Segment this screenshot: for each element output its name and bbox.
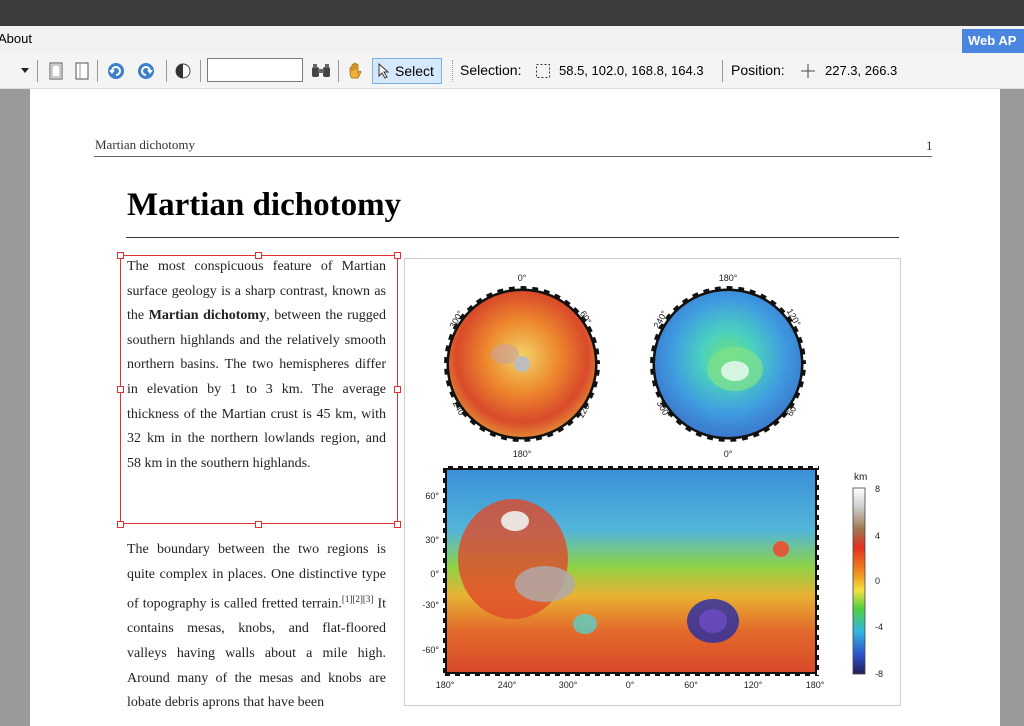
viewer-background [1000,89,1024,726]
toolbar-separator [166,60,167,82]
latitude-label: -30° [422,600,439,610]
selection-handle[interactable] [117,521,124,528]
north-pole-label: 180° [513,449,532,459]
web-api-button[interactable]: Web AP [962,29,1024,53]
north-pole-label: 0° [518,273,527,283]
selection-label: Selection: [460,62,522,78]
latitude-labels: 60° 30° 0° -30° -60° [422,491,439,655]
rotate-right-icon[interactable] [136,61,156,81]
text-selection-box[interactable] [120,255,398,524]
longitude-label: 240° [498,680,517,690]
menubar: About [0,26,1024,54]
contrast-icon[interactable] [173,61,193,81]
longitude-labels: 180° 240° 300° 0° 60° 120° 180° [436,680,825,690]
title-rule [126,237,899,238]
selection-handle[interactable] [394,521,401,528]
elysium-mons [773,541,789,557]
window-titlebar [0,0,1024,26]
running-head: Martian dichotomy [95,137,196,152]
paragraph-2[interactable]: The boundary between the two regions is … [127,538,386,716]
toolbar-separator [97,60,98,82]
toolbar-separator [452,60,453,82]
longitude-label: 300° [559,680,578,690]
binoculars-icon[interactable] [311,61,331,81]
menu-about[interactable]: About [0,31,32,46]
toolbar-separator [722,60,723,82]
selection-value: 58.5, 102.0, 168.8, 164.3 [559,63,704,78]
colorbar-tick-group: 8 4 0 -4 -8 [875,484,883,679]
paragraph-2-text-end: It contains mesas, knobs, and flat-floor… [127,596,386,711]
page-number: 1 [926,138,933,153]
position-value: 227.3, 266.3 [825,63,898,78]
rotate-left-icon[interactable] [106,61,126,81]
selection-handle[interactable] [117,252,124,259]
toolbar-separator [200,60,201,82]
page-title: Martian dichotomy [127,187,402,223]
colorbar-unit: km [854,472,867,483]
colorbar-tick-label: 8 [875,484,880,494]
selection-handle[interactable] [255,521,262,528]
find-input[interactable] [207,58,303,82]
colorbar-tick-label: 4 [875,531,880,541]
south-pole-label: 180° [719,273,738,283]
crosshair-icon [799,61,817,81]
latitude-label: 30° [425,535,439,545]
south-pole-label: 0° [724,449,733,459]
position-label: Position: [731,62,785,78]
selection-handle[interactable] [255,252,262,259]
colorbar-tick-label: -4 [875,622,883,632]
select-tool-label: Select [395,63,434,79]
longitude-label: 0° [626,680,635,690]
argyre-basin [573,614,597,634]
longitude-label: 60° [684,680,698,690]
mars-topography-figure[interactable]: 8 4 0 -4 -8 km 0° 60° 120° 180° 240° 300° 180° 120… [404,258,901,706]
viewer-background [0,89,30,726]
page-facing-icon[interactable] [72,61,92,81]
longitude-label: 180° [436,680,455,690]
latitude-label: 0° [430,569,439,579]
document-page[interactable]: Martian dichotomy 1 Martian dichotomy Th… [30,89,1000,726]
select-tool-button[interactable]: Select [372,58,442,84]
page-single-icon[interactable] [46,61,66,81]
toolbar: Select Selection: 58.5, 102.0, 168.8, 16… [0,54,1024,89]
header-rule [94,156,932,157]
selection-handle[interactable] [394,252,401,259]
valles-marineris [515,566,575,602]
selection-handle[interactable] [117,386,124,393]
hand-tool-icon[interactable] [345,61,365,81]
south-pole-cap [721,361,749,381]
toolbar-separator [37,60,38,82]
longitude-label: 120° [744,680,763,690]
colorbar-tick-label: -8 [875,669,883,679]
selection-rect-icon [534,61,552,81]
longitude-label: 180° [806,680,825,690]
toolbar-separator [338,60,339,82]
north-pole-cap [514,356,530,372]
citation-refs[interactable]: [1][2][3] [342,594,373,604]
latitude-label: 60° [425,491,439,501]
colorbar-tick-label: 0 [875,576,880,586]
cursor-arrow-icon [377,63,391,79]
dropdown-arrow-icon[interactable] [18,61,32,81]
selection-handle[interactable] [394,386,401,393]
latitude-label: -60° [422,645,439,655]
mars-topography-map: 840-4-8 km 0°60°120°180°240°300° 180°120… [422,273,883,690]
elevation-colorbar [852,487,866,675]
